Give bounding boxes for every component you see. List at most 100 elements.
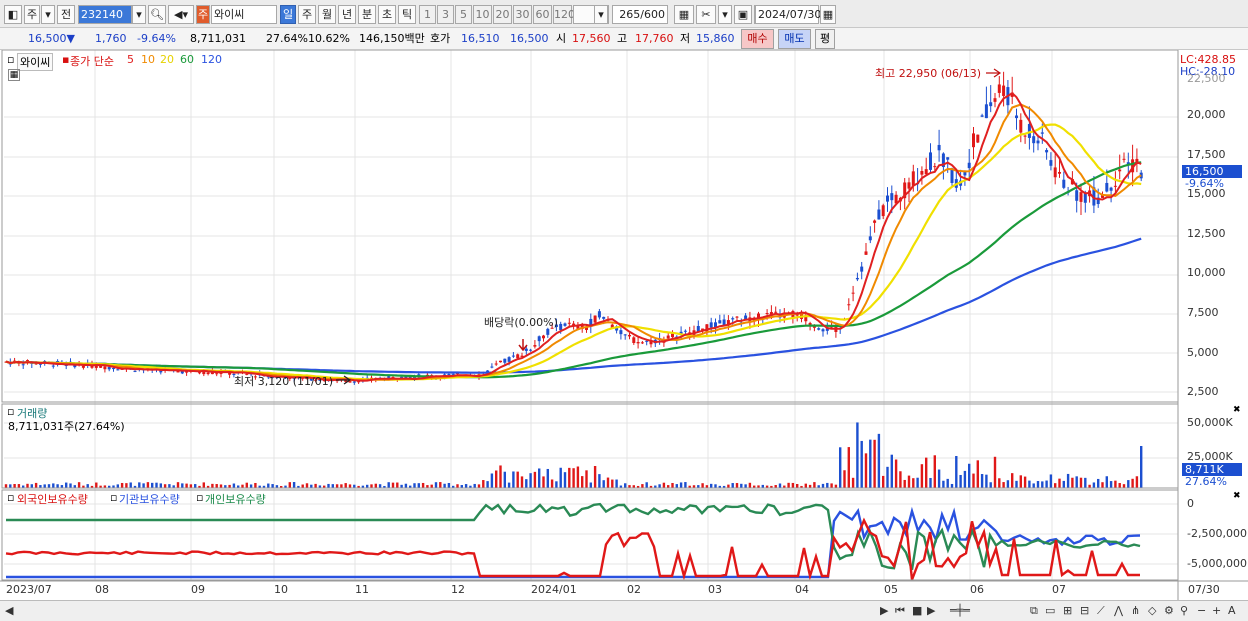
prev-button[interactable]: 전 [57,5,75,24]
calendar-icon[interactable]: ▦ [820,5,836,24]
indicator-add-icon[interactable]: ⊟ [1080,604,1089,617]
interval-3[interactable]: 3 [437,5,454,24]
candle-body [602,316,606,319]
candle-body [718,320,722,324]
scroll-left-icon[interactable]: ◀ [5,604,13,617]
candle-body [632,337,636,343]
volume-bar [1135,476,1139,488]
volume-bar [555,481,558,488]
volume-bar [430,484,433,488]
period-second-button[interactable]: 초 [378,5,396,24]
volume-bar [963,470,967,488]
interval-5[interactable]: 5 [455,5,472,24]
candle-body [387,376,391,378]
bottom-scrollbar[interactable]: ◀ ▶ ⏮ ■ ▶ ═╪═ ⧉ ▭ ⊞ ⊟ ⟋ ⋀ ⋔ ◇ ⚙ ⚲ − + A [0,600,1248,621]
candle-body [735,316,739,318]
settings-icon[interactable]: ⚙ [1164,604,1174,617]
interval-120[interactable]: 120 [553,5,575,24]
candle-body [503,358,507,363]
volume-bar [473,483,476,488]
wave-icon[interactable]: ⋀ [1114,604,1123,617]
volume-bar [13,484,16,488]
scroll-right-icon[interactable]: ▶ [880,604,888,617]
period-month-button[interactable]: 월 [318,5,336,24]
candle-body [1036,140,1040,144]
font-size-icon[interactable]: A [1228,604,1236,617]
candle-body [524,348,528,351]
split-icon[interactable]: ⊞ [1063,604,1072,617]
interval-10[interactable]: 10 [473,5,492,24]
volume-bar [1058,478,1061,488]
stock-name-field[interactable]: 와이씨 [211,5,277,24]
stock-code-input[interactable]: 232140 [78,5,132,24]
panel-icon[interactable]: ◧ [4,5,22,24]
search-icon[interactable]: 🔍︎ [148,5,166,24]
volume-bar [968,463,971,488]
stop-icon[interactable]: ■ [912,604,922,617]
average-button[interactable]: 평 [815,29,835,49]
quote-bar: 16,500▼ 1,760 -9.64% 8,711,031 27.64% 10… [0,28,1248,50]
candle-body [976,134,980,143]
panel-layout-icon[interactable]: ⧉ [1030,604,1038,618]
fib-icon[interactable]: ⋔ [1131,604,1140,617]
zoom-in-icon[interactable]: + [1212,604,1221,617]
low-price: 15,860 [696,32,735,45]
volume-bar [641,484,644,488]
chart-save-icon[interactable]: ▣ [734,5,752,24]
volume-bar [1041,481,1044,488]
individual-holding-label: 개인보유수량 [205,493,266,506]
interval-60[interactable]: 60 [533,5,552,24]
interval-dropdown-icon[interactable]: ▾ [594,5,608,24]
volume-bar [662,482,666,488]
candle-body [855,277,859,280]
trendline-icon[interactable]: ⟋ [1097,604,1105,618]
volume-bar [56,484,59,488]
volume-bar [727,484,730,488]
candle-body [1019,119,1023,133]
stock-chart[interactable] [0,50,1248,621]
count-field[interactable]: 265/600 [612,5,668,24]
shape-icon[interactable]: ◇ [1148,604,1156,617]
volume-bar [735,483,739,488]
zoom-search-icon[interactable]: ⚲ [1180,604,1188,617]
rewind-icon[interactable]: ⏮ [895,604,905,618]
interval-20[interactable]: 20 [493,5,512,24]
sell-button[interactable]: 매도 [778,29,811,49]
volume-bar [1131,478,1134,488]
code-dropdown-icon[interactable]: ▾ [132,5,146,24]
crosshair-icon[interactable]: ✂ [696,5,716,24]
window-icon[interactable]: ▭ [1045,604,1055,617]
indicator-icon[interactable]: ▦ [674,5,694,24]
market-dropdown-icon[interactable]: ▾ [41,5,55,24]
period-day-button[interactable]: 일 [280,5,296,24]
price-panel-stock-label[interactable]: 와이씨 [17,53,54,71]
candle-body [494,363,498,365]
period-year-button[interactable]: 년 [338,5,356,24]
interval-30[interactable]: 30 [513,5,532,24]
period-week-button[interactable]: 주 [298,5,316,24]
volume-close-icon[interactable]: ✖ [1233,405,1241,415]
volume-bar [447,482,451,488]
ma60-label: 60 [180,53,194,66]
zoom-out-icon[interactable]: − [1197,604,1206,617]
volume-bar [740,483,743,488]
play-icon[interactable]: ▶ [927,604,935,617]
period-minute-button[interactable]: 분 [358,5,376,24]
volume-bar [241,484,244,488]
price-change-pct: -9.64% [137,32,176,45]
zoom-slider-icon[interactable]: ═╪═ [950,604,970,617]
market-type-select[interactable]: 주 [24,5,40,24]
date-field[interactable]: 2024/07/30 [755,5,821,24]
volume-bar [813,482,816,488]
grid-toggle-icon[interactable]: ▦ [8,69,20,81]
candle-body [206,372,210,375]
holding-close-icon[interactable]: ✖ [1233,491,1241,501]
period-tick-button[interactable]: 틱 [398,5,416,24]
interval-1[interactable]: 1 [419,5,436,24]
buy-button[interactable]: 매수 [741,29,774,49]
tool-dropdown-icon[interactable]: ▾ [718,5,732,24]
volume-legend-icon: ▫ [7,405,15,418]
volume-bar [1071,477,1074,488]
name-prefix-badge: 주 [196,5,210,24]
speaker-icon[interactable]: ◀▾ [168,5,194,24]
